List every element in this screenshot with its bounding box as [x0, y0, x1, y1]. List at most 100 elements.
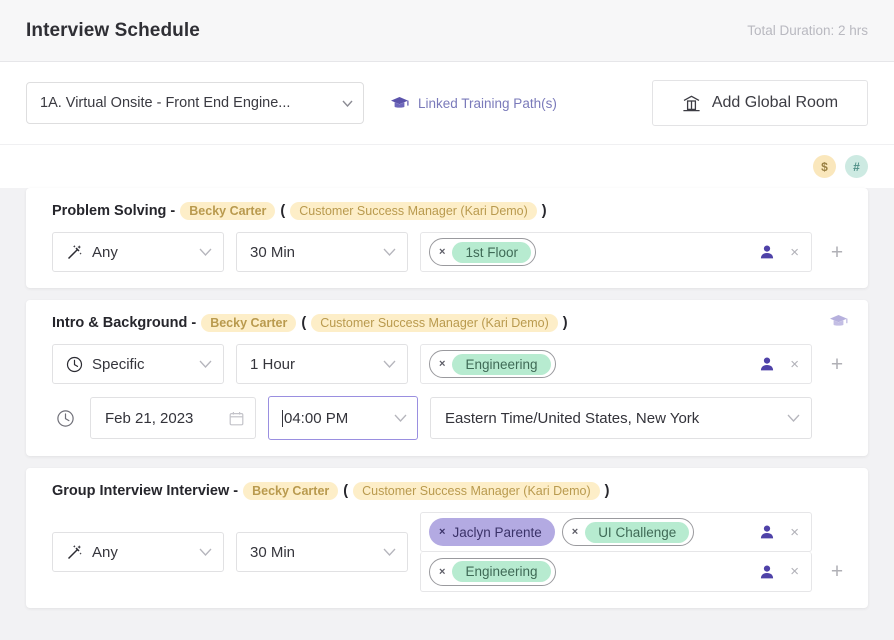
paren-open: ( [280, 203, 286, 219]
interview-duration-select[interactable]: 30 Min [236, 232, 408, 272]
duration-fields: 30 Min [236, 532, 408, 572]
left-fields: Any [52, 532, 224, 572]
remove-room-icon[interactable]: × [790, 244, 799, 261]
chevron-down-icon [787, 414, 800, 422]
room-chip[interactable]: × Engineering [429, 350, 556, 378]
remove-room-icon[interactable]: × [790, 563, 799, 580]
calendar-icon[interactable] [229, 411, 244, 426]
remove-chip-icon[interactable]: × [439, 566, 445, 578]
schedule-select[interactable]: 1A. Virtual Onsite - Front End Engine... [26, 82, 364, 124]
schedule-select-value: 1A. Virtual Onsite - Front End Engine... [40, 95, 291, 111]
magic-wand-icon [66, 544, 83, 561]
room-row: × Engineering × [420, 344, 812, 384]
interview-schedule-row: Feb 21, 2023 04:00 PM Eastern Time/Unite… [52, 396, 850, 440]
money-badge[interactable]: $ [813, 155, 836, 178]
interview-list: Problem Solving - Becky Carter ( Custome… [0, 188, 894, 608]
interview-card: Problem Solving - Becky Carter ( Custome… [26, 188, 868, 288]
interview-config-row: Specific 1 Hour × Engineering × + [52, 344, 850, 384]
interview-type-select[interactable]: Specific [52, 344, 224, 384]
rooms-container: × Engineering × [420, 344, 812, 384]
paren-close: ) [541, 203, 547, 219]
room-chip-label: 1st Floor [452, 241, 531, 263]
remove-chip-icon[interactable]: × [439, 246, 445, 258]
interviewer-chip: Becky Carter [180, 202, 276, 220]
interview-name: Intro & Background - [52, 315, 197, 331]
room-row: × 1st Floor × [420, 232, 812, 272]
person-icon[interactable] [759, 356, 775, 372]
linked-training-paths-link[interactable]: Linked Training Path(s) [390, 96, 557, 111]
date-input[interactable]: Feb 21, 2023 [90, 397, 256, 439]
room-chip-label: Engineering [452, 353, 551, 375]
paren-open: ( [343, 483, 349, 499]
paren-close: ) [562, 315, 568, 331]
rooms-container: × Jaclyn Parente × UI Challenge × × Engi… [420, 512, 812, 592]
timezone-select[interactable]: Eastern Time/United States, New York [430, 397, 812, 439]
magic-wand-icon [66, 244, 83, 261]
interview-name: Problem Solving - [52, 203, 176, 219]
person-icon[interactable] [759, 564, 775, 580]
linked-training-paths-label: Linked Training Path(s) [418, 95, 557, 111]
room-actions: × [759, 524, 801, 541]
interviewer-role-chip: Customer Success Manager (Kari Demo) [353, 482, 600, 500]
interview-type-select[interactable]: Any [52, 532, 224, 572]
date-value: Feb 21, 2023 [105, 409, 194, 427]
add-room-row-button[interactable]: + [824, 242, 850, 263]
interviewer-role-chip: Customer Success Manager (Kari Demo) [290, 202, 537, 220]
remove-room-icon[interactable]: × [790, 356, 799, 373]
room-actions: × [759, 563, 801, 580]
chevron-down-icon [383, 548, 396, 556]
room-chip[interactable]: × Jaclyn Parente [429, 518, 555, 546]
add-room-row-button[interactable]: + [824, 354, 850, 375]
time-input[interactable]: 04:00 PM [268, 396, 418, 440]
chevron-down-icon [199, 548, 212, 556]
interviewer-chip: Becky Carter [201, 314, 297, 332]
interview-duration-select[interactable]: 30 Min [236, 532, 408, 572]
room-row: × Engineering × [420, 552, 812, 592]
interview-duration-value: 30 Min [250, 243, 296, 261]
room-chip-label: UI Challenge [585, 521, 690, 543]
room-chip[interactable]: × Engineering [429, 557, 556, 586]
total-duration-label: Total Duration: 2 hrs [747, 23, 868, 38]
paren-open: ( [301, 315, 307, 331]
time-value: 04:00 PM [284, 409, 349, 427]
text-cursor [282, 409, 283, 427]
interview-type-value: Any [92, 243, 118, 261]
clock-icon [66, 356, 83, 373]
add-global-room-label: Add Global Room [711, 94, 839, 111]
interview-name: Group Interview Interview - [52, 483, 239, 499]
chevron-down-icon [383, 360, 396, 368]
chevron-down-icon [383, 248, 396, 256]
remove-room-icon[interactable]: × [790, 524, 799, 541]
interview-type-value: Specific [92, 355, 145, 373]
remove-chip-icon[interactable]: × [439, 526, 445, 538]
room-chip[interactable]: × UI Challenge [561, 518, 695, 546]
timezone-value: Eastern Time/United States, New York [445, 409, 700, 427]
chevron-down-icon [199, 360, 212, 368]
room-chip[interactable]: × 1st Floor [429, 238, 536, 266]
interview-duration-select[interactable]: 1 Hour [236, 344, 408, 384]
rooms-container: × 1st Floor × [420, 232, 812, 272]
interview-duration-value: 1 Hour [250, 355, 296, 373]
add-room-row-button[interactable]: + [824, 561, 850, 582]
interview-type-select[interactable]: Any [52, 232, 224, 272]
add-global-room-button[interactable]: Add Global Room [652, 80, 868, 126]
remove-chip-icon[interactable]: × [572, 526, 578, 538]
interview-config-row: Any 30 Min × Jaclyn Parente × UI Challen… [52, 512, 850, 592]
chevron-down-icon [342, 100, 353, 107]
room-actions: × [759, 244, 801, 261]
chevron-down-icon [394, 414, 407, 422]
person-icon[interactable] [759, 524, 775, 540]
clock-icon [52, 409, 78, 428]
interview-title-row: Problem Solving - Becky Carter ( Custome… [52, 202, 850, 220]
person-icon[interactable] [759, 244, 775, 260]
remove-chip-icon[interactable]: × [439, 358, 445, 370]
toolbar: 1A. Virtual Onsite - Front End Engine...… [0, 62, 894, 144]
hash-badge[interactable]: # [845, 155, 868, 178]
interview-config-row: Any 30 Min × 1st Floor × + [52, 232, 850, 272]
interview-card: Intro & Background - Becky Carter ( Cust… [26, 300, 868, 456]
add-row-wrap: + [824, 512, 850, 592]
interview-duration-value: 30 Min [250, 543, 296, 561]
page-title: Interview Schedule [26, 19, 200, 41]
interviewer-role-chip: Customer Success Manager (Kari Demo) [311, 314, 558, 332]
graduation-cap-icon[interactable] [829, 314, 848, 329]
